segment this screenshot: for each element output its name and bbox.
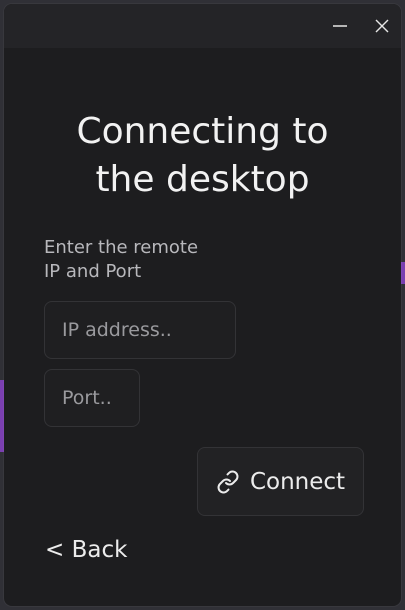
background-window-edge xyxy=(401,262,405,284)
close-icon xyxy=(375,19,389,33)
port-input[interactable] xyxy=(44,369,140,427)
link-icon xyxy=(216,470,240,494)
minimize-icon xyxy=(333,25,347,27)
close-button[interactable] xyxy=(368,12,396,40)
page-title-line: the desktop xyxy=(95,159,310,200)
instruction-line: Enter the remote xyxy=(44,237,199,258)
title-bar[interactable] xyxy=(4,4,401,48)
connect-button[interactable]: Connect xyxy=(197,447,364,516)
minimize-button[interactable] xyxy=(326,12,354,40)
ip-address-input[interactable] xyxy=(44,301,236,359)
back-link[interactable]: < Back xyxy=(45,535,127,565)
instruction-text: Enter the remote IP and Port xyxy=(44,236,284,284)
page-title: Connecting to the desktop xyxy=(4,108,401,204)
instruction-line: IP and Port xyxy=(44,261,142,282)
connect-button-label: Connect xyxy=(249,468,346,495)
page-title-line: Connecting to xyxy=(76,111,329,152)
connect-dialog-window: Connecting to the desktop Enter the remo… xyxy=(4,4,401,606)
